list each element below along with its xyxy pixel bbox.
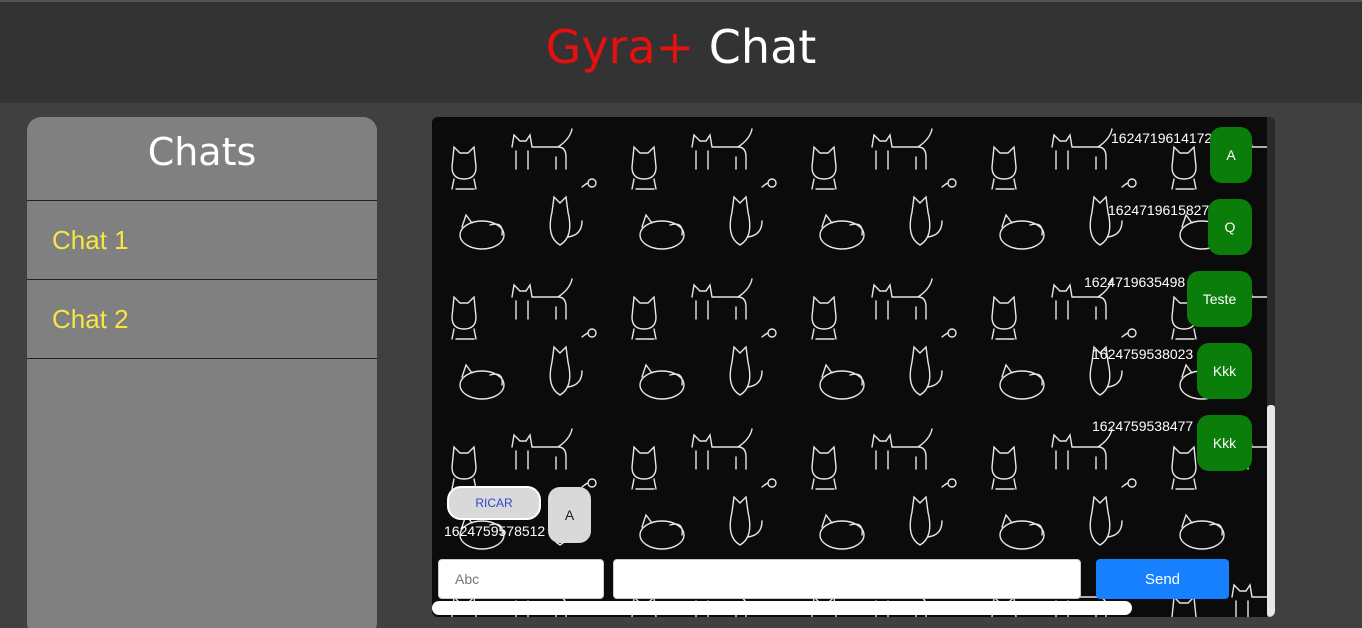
message-timestamp: 1624719614172: [1111, 130, 1213, 146]
title-suffix: Chat: [694, 20, 817, 74]
sender-name-badge: RICAR: [447, 486, 541, 520]
chats-sidebar: Chats Chat 1 Chat 2: [27, 117, 377, 628]
message-timestamp: 1624759578512: [444, 523, 546, 539]
chat-panel: 1624719614172 A 1624719615827 Q 16247196…: [432, 117, 1275, 617]
page-title: Gyra+ Chat: [0, 20, 1362, 74]
name-input[interactable]: [438, 559, 604, 599]
message-bubble: Teste: [1187, 271, 1252, 327]
message-timestamp: 1624719635498: [1084, 274, 1186, 290]
sidebar-item-chat-1[interactable]: Chat 1: [27, 201, 377, 280]
send-button[interactable]: Send: [1096, 559, 1229, 599]
message-timestamp: 1624719615827: [1108, 202, 1210, 218]
app-header: Gyra+ Chat: [0, 0, 1362, 103]
sidebar-item-chat-2[interactable]: Chat 2: [27, 280, 377, 359]
message-timestamp: 1624759538023: [1092, 346, 1194, 362]
brand-name: Gyra+: [545, 20, 695, 74]
sidebar-title: Chats: [27, 117, 377, 201]
message-bubble: Q: [1208, 199, 1252, 255]
message-input[interactable]: [613, 559, 1081, 599]
message-bubble: A: [548, 487, 591, 543]
message-bubble: Kkk: [1197, 343, 1252, 399]
message-bubble: Kkk: [1197, 415, 1252, 471]
horizontal-scroll-thumb[interactable]: [432, 601, 1132, 615]
vertical-scroll-thumb[interactable]: [1267, 405, 1275, 617]
message-timestamp: 1624759538477: [1092, 418, 1194, 434]
message-bubble: A: [1210, 127, 1252, 183]
